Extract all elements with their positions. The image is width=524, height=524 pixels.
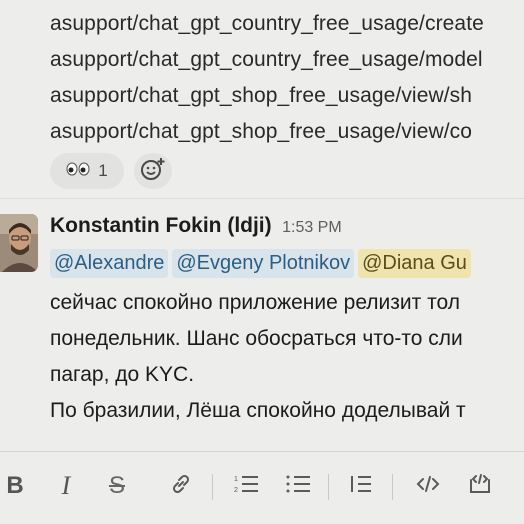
code-icon xyxy=(415,472,441,501)
bulleted-list-icon xyxy=(285,472,311,501)
reaction-eyes-button[interactable]: 1 xyxy=(50,153,124,189)
reaction-count: 1 xyxy=(98,161,108,180)
svg-text:2: 2 xyxy=(234,487,238,494)
ordered-list-icon: 1 2 xyxy=(233,472,259,501)
mention-evgeny-plotnikov[interactable]: @Evgeny Plotnikov xyxy=(172,249,355,278)
bold-icon: B xyxy=(6,472,24,499)
formatting-toolbar: B I S 1 2 xyxy=(0,466,524,506)
link-icon xyxy=(169,472,193,501)
italic-icon: I xyxy=(61,471,71,500)
bulleted-list-button[interactable] xyxy=(284,466,312,506)
svg-text:1: 1 xyxy=(234,476,238,483)
eyes-emoji-icon xyxy=(66,162,90,180)
message-line: asupport/chat_gpt_country_free_usage/mod… xyxy=(50,48,483,71)
message-timestamp[interactable]: 1:53 PM xyxy=(282,219,342,236)
reactions-bar: 1 xyxy=(50,153,172,189)
message-line: asupport/chat_gpt_shop_free_usage/view/s… xyxy=(50,84,473,107)
code-button[interactable] xyxy=(414,466,442,506)
link-button[interactable] xyxy=(168,466,194,506)
add-reaction-button[interactable] xyxy=(134,153,172,189)
message-line: сейчас спокойно приложение релизит тол xyxy=(50,291,460,314)
message-divider xyxy=(0,198,524,199)
strikethrough-icon: S xyxy=(108,472,125,499)
toolbar-separator xyxy=(392,474,393,500)
message-line: пагар, до KYC. xyxy=(50,363,195,386)
message-line: asupport/chat_gpt_country_free_usage/cre… xyxy=(50,12,484,35)
toolbar-separator xyxy=(328,474,329,500)
previous-message-text: asupport/chat_gpt_country_free_usage/cre… xyxy=(50,6,484,150)
strikethrough-button[interactable]: S xyxy=(106,466,128,506)
blockquote-button[interactable] xyxy=(348,466,374,506)
mentions-row: @Alexandre @Evgeny Plotnikov @Diana Gu xyxy=(50,249,471,278)
message-line: понедельник. Шанс обосраться что-то сли xyxy=(50,327,463,350)
ordered-list-button[interactable]: 1 2 xyxy=(232,466,260,506)
code-block-button[interactable] xyxy=(466,466,494,506)
bold-button[interactable]: B xyxy=(4,466,26,506)
message-line: По бразилии, Лёша спокойно доделывай т xyxy=(50,399,466,422)
message-body: сейчас спокойно приложение релизит тол п… xyxy=(50,285,466,429)
mention-alexandre[interactable]: @Alexandre xyxy=(50,249,169,278)
add-emoji-icon xyxy=(140,156,166,187)
author-name[interactable]: Konstantin Fokin (ldji) xyxy=(50,214,272,237)
mention-diana[interactable]: @Diana Gu xyxy=(358,249,471,278)
message-line: asupport/chat_gpt_shop_free_usage/view/c… xyxy=(50,120,473,143)
toolbar-separator xyxy=(212,474,213,500)
avatar[interactable] xyxy=(0,214,38,272)
composer-divider xyxy=(0,451,524,452)
code-block-icon xyxy=(467,472,493,501)
italic-button[interactable]: I xyxy=(55,466,77,506)
blockquote-icon xyxy=(349,472,373,501)
message-header: Konstantin Fokin (ldji) 1:53 PM xyxy=(50,214,342,238)
